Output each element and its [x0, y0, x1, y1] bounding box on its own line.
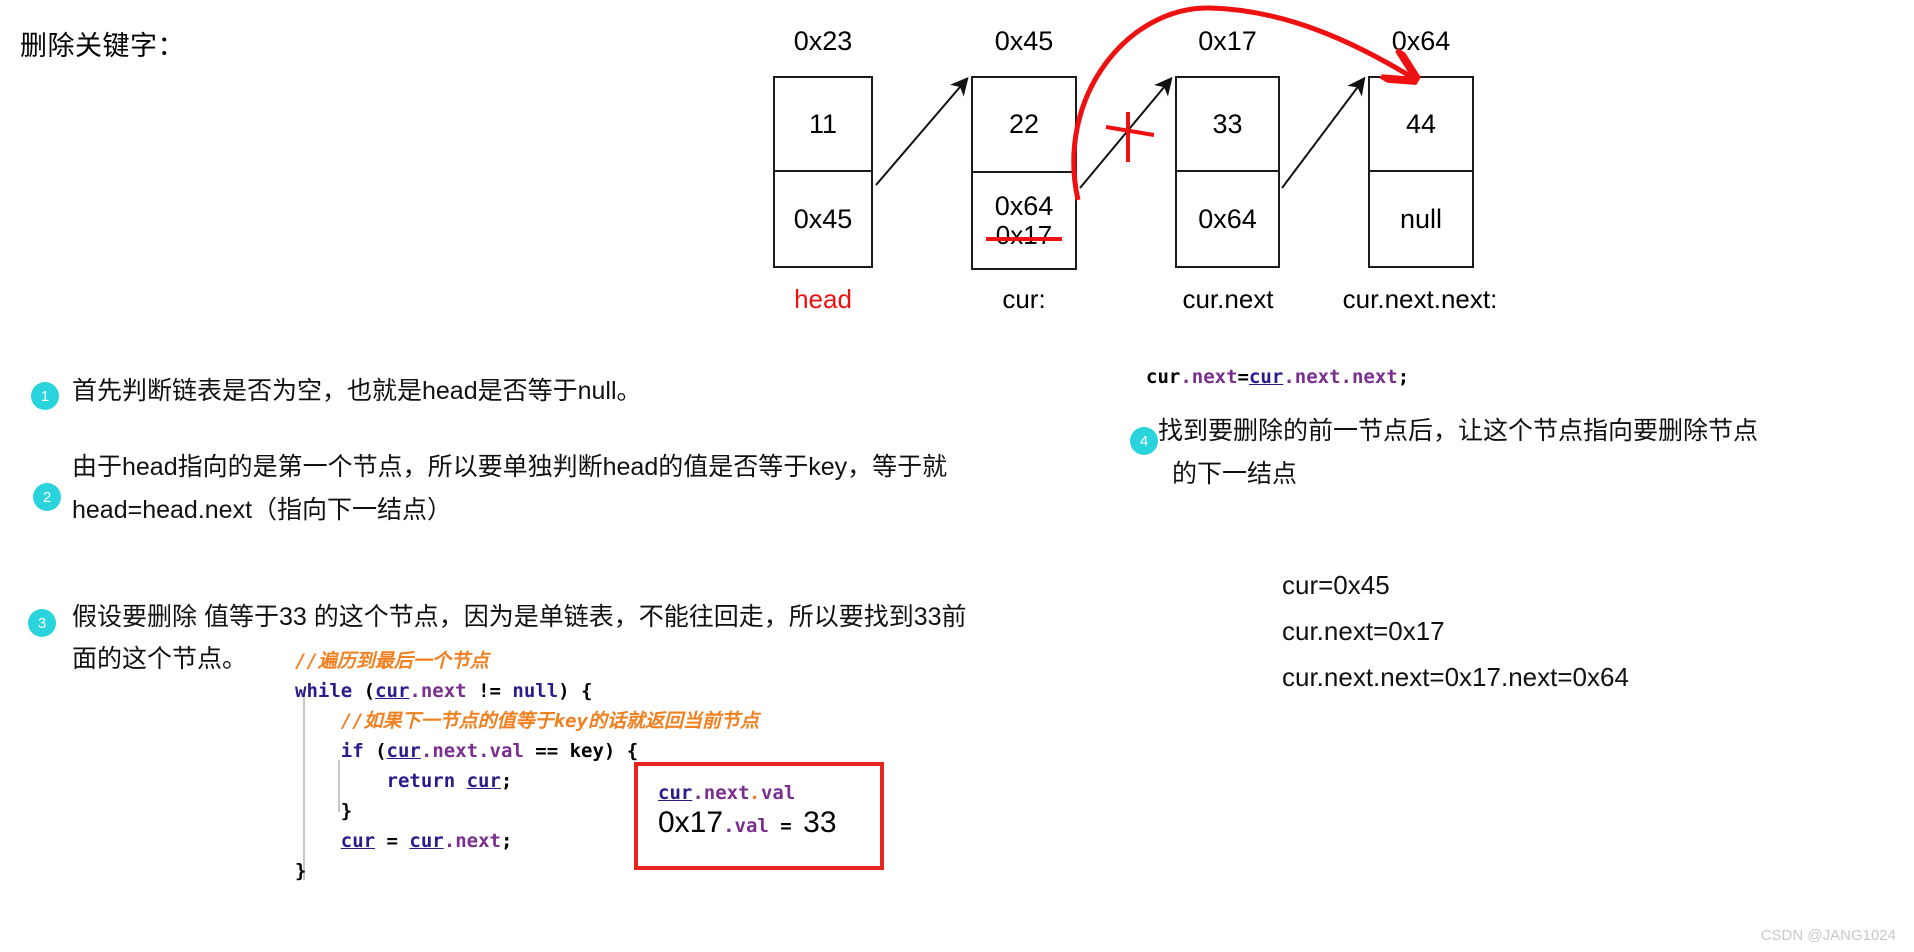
node-address-label-1: 0x45 [994, 26, 1054, 56]
watermark: CSDN @JANG1024 [1760, 927, 1896, 944]
node-next-old-value-1: 0x17 [985, 220, 1063, 251]
code-token: ( [363, 740, 387, 762]
linked-list-diagram: 0x23 11 0x45 head 0x45 22 0x64 0x17 cur:… [0, 0, 1914, 340]
value-box-line-2: 0x17.val = 33 [658, 806, 880, 840]
node-next-1: 0x64 0x17 [973, 173, 1075, 268]
code-token: != [466, 680, 513, 702]
node-value-2: 33 [1177, 78, 1278, 172]
step-text-2-line-2: head=head.next（指向下一结点） [72, 496, 453, 524]
code-token: = [1237, 366, 1249, 388]
code-token: //如果下一节点的值等于key的话就返回当前节点 [340, 710, 759, 732]
right-value-0: cur=0x45 [1282, 570, 1390, 600]
code-token: } [295, 860, 307, 882]
code-token: cur [375, 680, 410, 702]
code-token: ) { [558, 680, 593, 702]
code-token: val [760, 782, 796, 804]
node-next-0: 0x45 [775, 172, 871, 266]
node-value-3: 44 [1370, 78, 1472, 172]
code-token: . [749, 782, 761, 804]
code-token: null [512, 680, 559, 702]
value-box-equals: = [768, 815, 804, 837]
step-text-2-line-1: 由于head指向的是第一个节点，所以要单独判断head的值是否等于key，等于就 [72, 453, 948, 481]
right-value-1: cur.next=0x17 [1282, 616, 1445, 646]
code-token: ; [500, 770, 513, 792]
list-node-1: 22 0x64 0x17 [971, 76, 1077, 270]
code-line: //遍历到最后一个节点 [295, 646, 759, 676]
node-next-value-3: null [1399, 203, 1443, 234]
node-value-0: 11 [775, 78, 871, 172]
code-token: == key) { [523, 740, 639, 762]
node-var-label-1: cur: [1002, 284, 1046, 314]
node-next-value-1: 0x64 [994, 191, 1054, 222]
code-token: = [375, 830, 410, 852]
code-token: .next.next [1283, 366, 1398, 388]
node-address-label-2: 0x17 [1198, 26, 1257, 56]
step-text-1: 首先判断链表是否为空，也就是head是否等于null。 [72, 377, 642, 405]
node-var-label-0: head [794, 284, 852, 314]
right-value-2: cur.next.next=0x17.next=0x64 [1282, 662, 1629, 692]
list-node-3: 44 null [1368, 76, 1474, 268]
code-line: //如果下一节点的值等于key的话就返回当前节点 [295, 706, 759, 736]
link-arrow-1-2 [1079, 76, 1173, 189]
link-arrow-2-3 [1281, 76, 1366, 189]
step-bullet-2: 2 [33, 483, 61, 511]
code-token: cur [409, 830, 444, 852]
code-token: .next [443, 830, 501, 852]
list-node-2: 33 0x64 [1175, 76, 1280, 268]
code-token: return [386, 770, 467, 792]
value-annotation-box: cur.next.val 0x17.val = 33 [634, 762, 884, 870]
step-bullet-4: 4 [1130, 427, 1158, 455]
node-address-label-3: 0x64 [1391, 26, 1451, 56]
link-arrow-0-1 [875, 76, 969, 186]
cancel-mark-icon [1105, 112, 1155, 162]
step-bullet-3: 3 [28, 609, 56, 637]
code-token: cur [340, 830, 376, 852]
node-next-value-0: 0x45 [793, 203, 853, 234]
code-token: cur [658, 782, 693, 804]
step-text-4-line-1: 找到要删除的前一节点后，让这个节点指向要删除节点 [1158, 417, 1759, 445]
value-box-result: 33 [803, 806, 837, 839]
value-box-line-1: cur.next.val [658, 782, 880, 804]
node-next-value-2: 0x64 [1198, 203, 1257, 234]
right-code-line: cur.next=cur.next.next; [1146, 366, 1409, 388]
node-next-2: 0x64 [1177, 172, 1278, 266]
code-token: //遍历到最后一个节点 [295, 650, 489, 672]
node-var-label-2: cur.next [1182, 284, 1274, 314]
node-value-1: 22 [973, 78, 1075, 173]
code-token: if [340, 740, 364, 762]
code-line: while (cur.next != null) { [295, 676, 759, 706]
step-text-4-line-2: 的下一结点 [1172, 460, 1298, 488]
value-box-address: 0x17 [658, 806, 724, 839]
value-box-field: .val [723, 815, 769, 837]
node-address-label-0: 0x23 [793, 26, 853, 56]
code-token: ; [500, 830, 513, 852]
code-token: cur [386, 740, 421, 762]
code-token: .next [409, 680, 467, 702]
code-token: .next.val [420, 740, 524, 762]
list-node-0: 11 0x45 [773, 76, 873, 268]
diagram-arrows [875, 5, 1914, 201]
code-token: cur [1146, 366, 1181, 388]
node-next-3: null [1370, 172, 1472, 266]
code-token: while [295, 680, 353, 702]
code-token: cur [466, 770, 501, 792]
code-token: .next [1180, 366, 1238, 388]
step-text-3-line-1: 假设要删除 值等于33 的这个节点，因为是单链表，不能往回走，所以要找到33前 [72, 603, 967, 631]
code-token: ( [352, 680, 376, 702]
step-bullet-1: 1 [31, 382, 59, 410]
code-token: } [340, 800, 353, 822]
code-token: ; [1397, 366, 1410, 388]
node-var-label-3: cur.next.next: [1342, 284, 1498, 314]
code-token: .next [692, 782, 750, 804]
code-token: cur [1248, 366, 1284, 388]
